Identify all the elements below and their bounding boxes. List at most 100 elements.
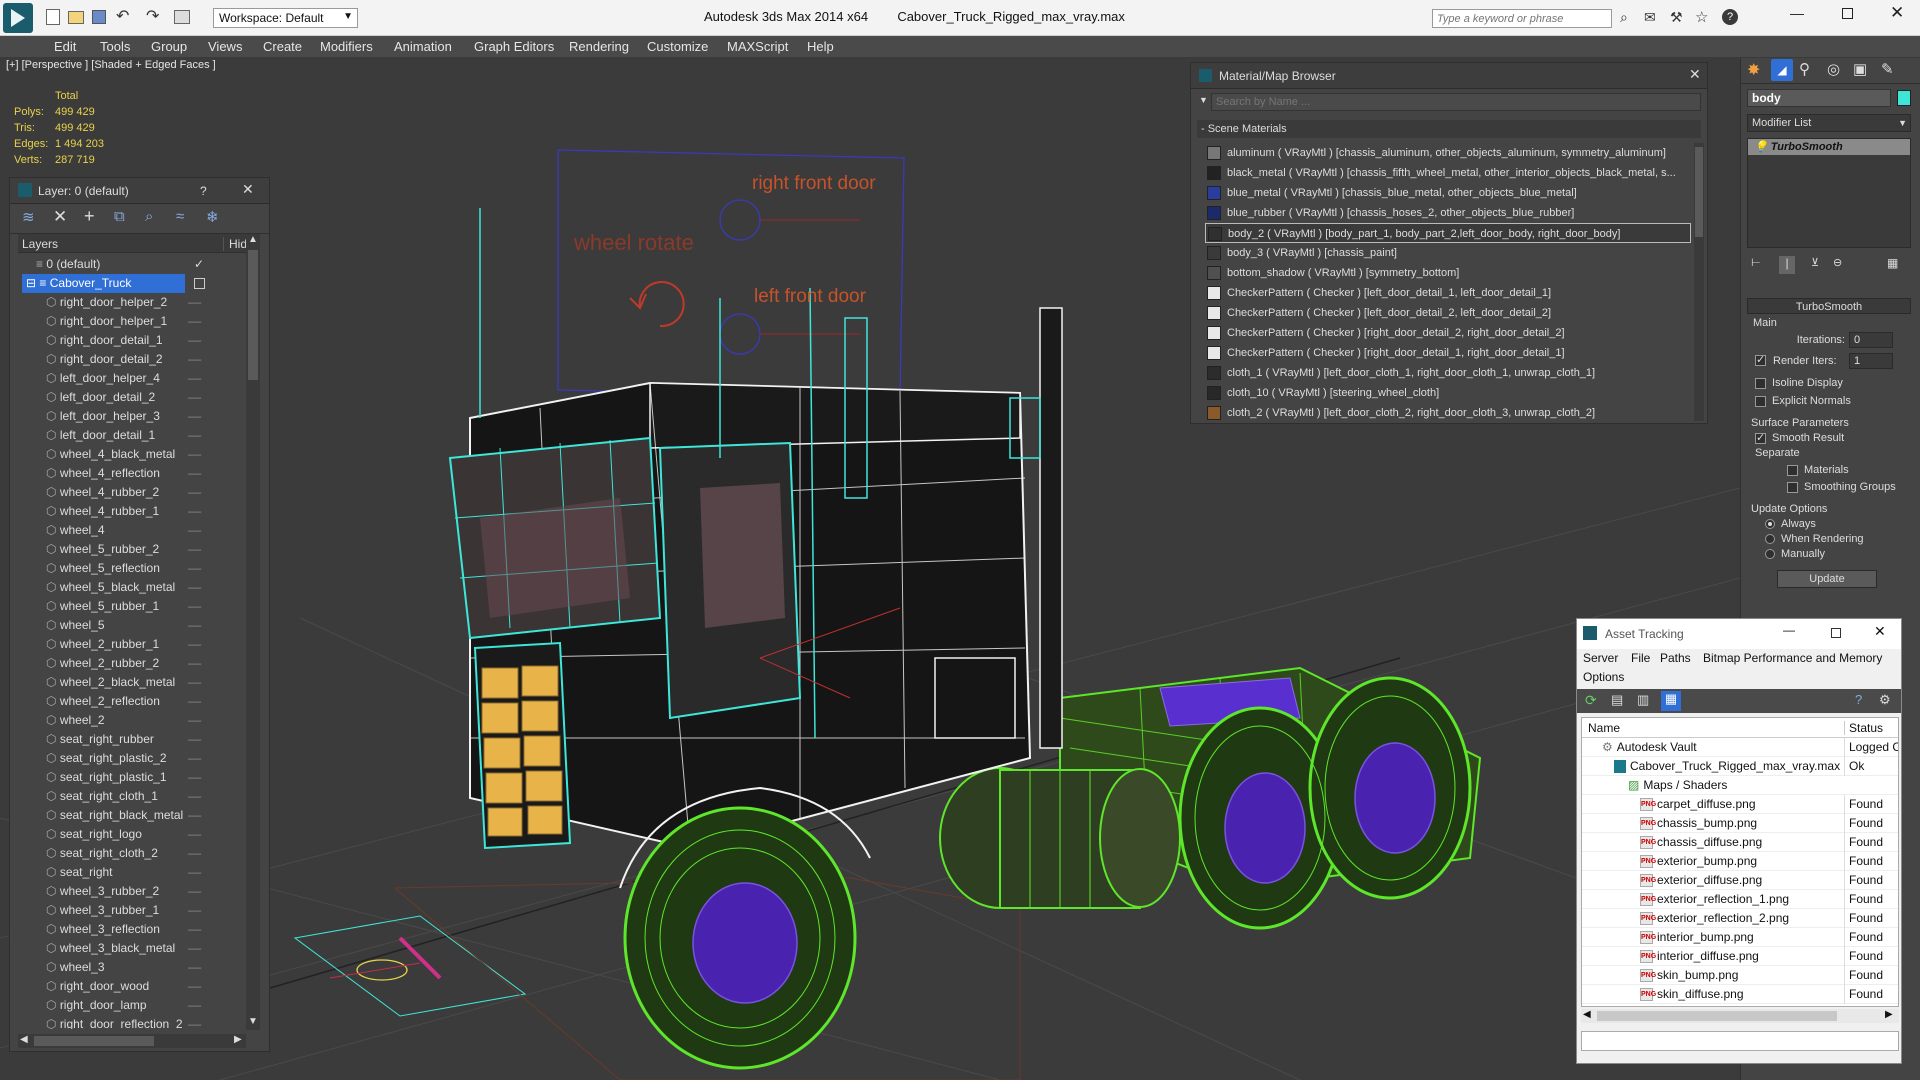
layer-object-row[interactable]: ⬡ seat_right_logo ‒‒ [18,825,244,844]
hide-toggle-icon[interactable]: ‒‒ [188,711,201,730]
modifier-stack-item[interactable]: 💡 TurboSmooth [1748,139,1910,155]
smoothing-groups-checkbox[interactable]: Smoothing Groups [1747,481,1911,493]
manually-radio[interactable]: Manually [1747,548,1911,560]
maximize-icon[interactable] [1831,628,1841,638]
explicit-normals-checkbox[interactable]: Explicit Normals [1747,395,1911,407]
layer-object-row[interactable]: ⬡ seat_right_plastic_1 ‒‒ [18,768,244,787]
layer-object-row[interactable]: ⬡ left_door_detail_1 ‒‒ [18,426,244,445]
col-name[interactable]: Name [1588,721,1620,735]
hide-toggle-icon[interactable]: ‒‒ [188,559,201,578]
hide-toggle-icon[interactable]: ‒‒ [188,977,201,996]
layer-object-row[interactable]: ⬡ wheel_3_reflection ‒‒ [18,920,244,939]
scroll-left-icon[interactable]: ◀ [1583,1009,1591,1020]
layer-object-row[interactable]: ⬡ right_door_wood ‒‒ [18,977,244,996]
material-item[interactable]: cloth_1 ( VRayMtl ) [left_door_cloth_1, … [1205,363,1691,383]
remove-modifier-icon[interactable]: ⊖ [1833,256,1842,269]
layer-object-row[interactable]: ⬡ right_door_helper_1 ‒‒ [18,312,244,331]
material-item[interactable]: aluminum ( VRayMtl ) [chassis_aluminum, … [1205,143,1691,163]
layer-object-row[interactable]: ⬡ left_door_helper_3 ‒‒ [18,407,244,426]
asset-tracking-titlebar[interactable]: Asset Tracking — ✕ [1577,619,1901,649]
scroll-right-icon[interactable]: ▶ [1885,1009,1893,1020]
asset-row[interactable]: PNGexterior_reflection_1.png Found [1582,890,1898,909]
hide-toggle-icon[interactable]: ‒‒ [188,1015,201,1029]
hide-toggle-icon[interactable]: ‒‒ [188,939,201,958]
material-item[interactable]: body_2 ( VRayMtl ) [body_part_1, body_pa… [1205,223,1691,243]
hide-toggle-icon[interactable]: ‒‒ [188,730,201,749]
menu-modifiers[interactable]: Modifiers [320,39,373,54]
minimize-icon[interactable]: — [1790,5,1804,21]
layer-object-row[interactable]: ⬡ wheel_2_rubber_1 ‒‒ [18,635,244,654]
menu-server[interactable]: Server [1583,651,1618,665]
asset-row[interactable]: ⚙ Autodesk Vault Logged C [1582,738,1898,757]
h-scroll-thumb[interactable] [34,1036,154,1046]
search-icon[interactable]: ⌕ [1620,9,1628,26]
open-file-icon[interactable] [68,11,84,24]
when-rendering-radio[interactable]: When Rendering [1747,533,1911,545]
active-layer-box-icon[interactable] [194,278,205,289]
col-status[interactable]: Status [1844,721,1883,735]
asset-path-field[interactable] [1581,1031,1899,1051]
scene-materials-header[interactable]: - Scene Materials [1197,120,1701,138]
asset-row[interactable]: PNGinterior_bump.png Found [1582,928,1898,947]
rollout-header[interactable]: TurboSmooth [1747,298,1911,314]
material-item[interactable]: body_3 ( VRayMtl ) [chassis_paint] [1205,243,1691,263]
hide-toggle-icon[interactable]: ‒‒ [188,350,201,369]
render-iters-checkbox[interactable] [1755,353,1772,366]
layer-object-row[interactable]: ⬡ wheel_3_rubber_2 ‒‒ [18,882,244,901]
scroll-left-icon[interactable]: ◀ [20,1034,28,1045]
configure-sets-icon[interactable]: ▦ [1887,256,1898,270]
create-tab-icon[interactable]: ✸ [1747,60,1760,80]
hide-toggle-icon[interactable]: ‒‒ [188,844,201,863]
table-view-icon[interactable]: ▦ [1661,691,1681,711]
menu-maxscript[interactable]: MAXScript [727,39,788,54]
highlight-layer-icon[interactable]: ⌕ [145,208,167,230]
menu-edit[interactable]: Edit [54,39,76,54]
utilities-tab-icon[interactable]: ✎ [1881,60,1894,78]
hide-toggle-icon[interactable]: ‒‒ [188,502,201,521]
workspace-dropdown[interactable]: Workspace: Default ▼ [213,8,358,28]
materials-checkbox[interactable]: Materials [1747,464,1911,476]
hide-toggle-icon[interactable]: ‒‒ [188,787,201,806]
save-file-icon[interactable] [92,10,106,24]
hide-toggle-icon[interactable]: ‒‒ [188,749,201,768]
material-item[interactable]: blue_rubber ( VRayMtl ) [chassis_hoses_2… [1205,203,1691,223]
menu-help[interactable]: Help [807,39,834,54]
hide-toggle-icon[interactable]: ‒‒ [188,426,201,445]
hide-toggle-icon[interactable]: ‒‒ [188,920,201,939]
material-item[interactable]: blue_metal ( VRayMtl ) [chassis_blue_met… [1205,183,1691,203]
layer-object-row[interactable]: ⬡ wheel_5_rubber_2 ‒‒ [18,540,244,559]
scroll-down-icon[interactable]: ▼ [248,1016,258,1027]
col-layers[interactable]: Layers [22,237,58,251]
menu-views[interactable]: Views [208,39,242,54]
modify-tab-icon[interactable]: ◢ [1771,59,1793,81]
asset-row[interactable]: ▨ Maps / Shaders [1582,776,1898,795]
hide-toggle-icon[interactable]: ‒‒ [188,901,201,920]
tree-view-icon[interactable]: ▥ [1637,692,1649,708]
h-scroll-thumb[interactable] [1597,1011,1837,1021]
layer-object-row[interactable]: ⬡ wheel_3_rubber_1 ‒‒ [18,901,244,920]
scroll-thumb[interactable] [1695,147,1703,237]
asset-row[interactable]: PNGskin_bump.png Found [1582,966,1898,985]
asset-row[interactable]: PNGskin_diffuse.png Found [1582,985,1898,1004]
material-item[interactable]: CheckerPattern ( Checker ) [right_door_d… [1205,343,1691,363]
hide-toggle-icon[interactable]: ‒‒ [188,521,201,540]
hide-toggle-icon[interactable]: ‒‒ [188,293,201,312]
hide-toggle-icon[interactable]: ‒‒ [188,578,201,597]
list-view-icon[interactable]: ▤ [1611,692,1623,708]
layer-object-row[interactable]: ⬡ wheel_2 ‒‒ [18,711,244,730]
layer-object-row[interactable]: ⬡ right_door_lamp ‒‒ [18,996,244,1015]
menu-create[interactable]: Create [263,39,302,54]
layer-horizontal-scrollbar[interactable]: ◀ ▶ [18,1034,246,1048]
layer-object-row[interactable]: ⬡ wheel_5_reflection ‒‒ [18,559,244,578]
hide-toggle-icon[interactable]: ‒‒ [188,882,201,901]
close-icon[interactable]: ✕ [1874,623,1886,640]
menu-rendering[interactable]: Rendering [569,39,629,54]
asset-row[interactable]: PNGexterior_reflection_2.png Found [1582,909,1898,928]
layer-object-row[interactable]: ⬡ right_door_detail_1 ‒‒ [18,331,244,350]
asset-row[interactable]: Cabover_Truck_Rigged_max_vray.max Ok [1582,757,1898,776]
favorites-star-icon[interactable]: ☆ [1695,8,1708,26]
asset-row[interactable]: PNGcarpet_diffuse.png Found [1582,795,1898,814]
layer-help-button[interactable]: ? [200,184,207,198]
chevron-down-icon[interactable]: ▼ [1199,95,1208,105]
hide-toggle-icon[interactable]: ‒‒ [188,616,201,635]
